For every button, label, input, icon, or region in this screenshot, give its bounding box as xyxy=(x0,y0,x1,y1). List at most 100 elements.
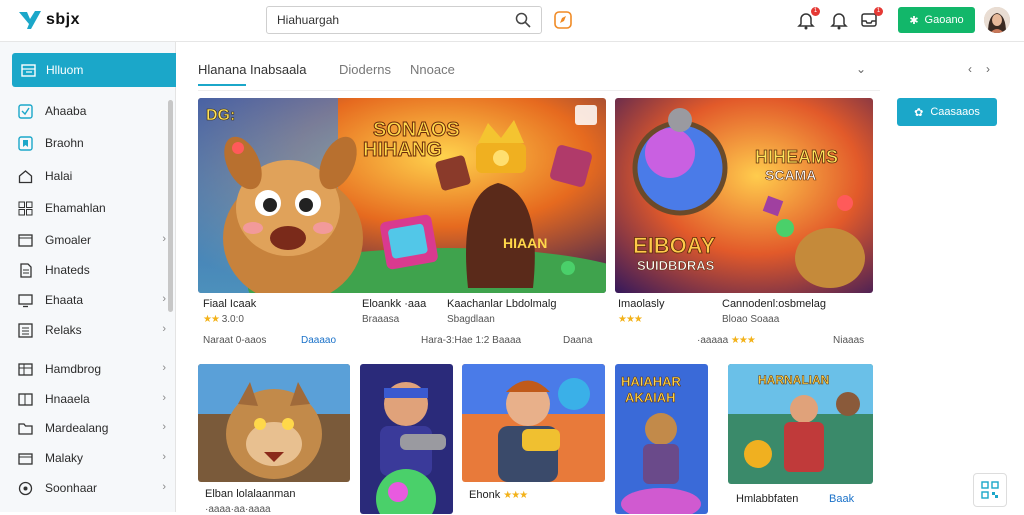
sidebar-item-11[interactable]: Mardealang › xyxy=(18,418,168,438)
top-action-label: Gaoano xyxy=(924,14,964,26)
logo-text: sbjx xyxy=(46,11,81,28)
qr-code-icon[interactable] xyxy=(973,473,1007,507)
game-artwork xyxy=(462,364,605,482)
chevron-right-icon: › xyxy=(162,323,166,335)
artwork-text: HARNALIAN xyxy=(758,373,829,387)
search-input[interactable] xyxy=(277,13,515,27)
chevron-right-icon: › xyxy=(162,421,166,433)
sidebar-item-6[interactable]: Hnateds xyxy=(18,260,168,280)
qr-glyph xyxy=(981,481,999,499)
tab-secondary[interactable]: Dioderns xyxy=(339,62,391,77)
artwork-text: HIHANG xyxy=(363,139,442,161)
card-title[interactable]: Kaachanlar Lbdolmalg xyxy=(447,298,556,310)
search-box[interactable] xyxy=(266,6,542,34)
game-artwork: HIHEAMS SCAMA EIBOAY SUIDBDRAS xyxy=(615,98,873,293)
window-icon xyxy=(18,233,33,247)
sidebar-item-label: Ahaaba xyxy=(45,104,87,118)
box-icon xyxy=(18,452,33,465)
settings-icon: ✿ xyxy=(914,106,924,119)
game-artwork xyxy=(360,364,453,514)
artwork-text: HAIAHAR xyxy=(621,374,682,389)
star-icon: ★★ xyxy=(203,314,220,325)
sidebar-item-label: Hnateds xyxy=(45,263,90,277)
sidebar-item-label: Halai xyxy=(45,169,73,183)
card-footer-text: Niaaas xyxy=(833,335,865,346)
app-logo[interactable]: sbjx xyxy=(18,8,80,32)
chevron-right-icon: › xyxy=(162,451,166,463)
card-rating: ·aaaaa ★★★ xyxy=(697,335,756,346)
right-action-button[interactable]: ✿ Caasaaos xyxy=(897,98,997,126)
card-footer-link[interactable]: Daaaao xyxy=(301,335,336,346)
check-square-icon xyxy=(18,103,33,119)
sidebar-item-2[interactable]: Braohn xyxy=(18,133,168,153)
card-rating: ★★★ xyxy=(618,314,643,325)
sidebar-item-7[interactable]: Ehaata › xyxy=(18,290,168,310)
card-footer-text: Daana xyxy=(563,335,593,346)
message-notification[interactable]: 1 xyxy=(796,7,820,30)
top-action-button[interactable]: ✱ Gaoano xyxy=(898,7,975,33)
artwork-text: SCAMA xyxy=(765,167,816,183)
avatar[interactable] xyxy=(984,7,1010,33)
sidebar-item-12[interactable]: Malaky › xyxy=(18,448,168,468)
sidebar-item-10[interactable]: Hnaaela › xyxy=(18,389,168,409)
card-subtitle: Sbagdlaan xyxy=(447,314,495,325)
card-footer-text: Hara-3:Hae 1:2 Baaaa xyxy=(421,335,522,346)
table-icon xyxy=(18,362,33,376)
tab-primary[interactable]: Hlanana Inabsaala xyxy=(198,62,306,77)
chevron-down-icon[interactable]: ⌄ xyxy=(856,62,866,76)
featured-game-card[interactable]: HIHEAMS SCAMA EIBOAY SUIDBDRAS xyxy=(615,98,873,293)
card-subtitle: Bloao Soaaa xyxy=(722,314,780,325)
artwork-corner-text: DG: xyxy=(206,107,235,124)
sidebar-item-13[interactable]: Soonhaar › xyxy=(18,478,168,498)
sidebar-item-8[interactable]: Relaks › xyxy=(18,320,168,340)
card-title[interactable]: Ehonk ★★★ xyxy=(469,489,528,501)
sidebar-item-1[interactable]: Ahaaba xyxy=(18,101,168,121)
sidebar-item-4[interactable]: Ehamahlan xyxy=(18,198,168,218)
tab-tertiary[interactable]: Nnoace xyxy=(410,62,455,77)
card-title-text: Ehonk xyxy=(469,489,501,501)
card-title[interactable]: Fiaal Icaak xyxy=(203,298,256,310)
artwork-text: SONAOS xyxy=(373,119,460,141)
chevron-left-icon[interactable]: ‹ xyxy=(968,62,972,76)
sidebar-item-active[interactable]: Hlluom xyxy=(12,53,176,87)
sidebar-item-9[interactable]: Hamdbrog › xyxy=(18,359,168,379)
inbox-notification[interactable]: 1 xyxy=(859,7,883,30)
card-title[interactable]: Imaolasly xyxy=(618,298,664,310)
sidebar-item-label: Gmoaler xyxy=(45,233,92,247)
content-tabs: Hlanana Inabsaala Dioderns Nnoace ⌄ ‹ › xyxy=(198,58,990,88)
desktop-icon xyxy=(18,293,33,307)
game-card[interactable] xyxy=(462,364,605,482)
sidebar-item-label: Braohn xyxy=(45,136,84,150)
game-card[interactable] xyxy=(198,364,350,482)
rating-value: 3.0:0 xyxy=(221,314,244,325)
grid-icon xyxy=(18,201,33,215)
card-rating: ·aaaa·aa·aaaa xyxy=(205,504,271,515)
alert-bell-icon[interactable] xyxy=(829,10,849,30)
star-icon: ★★★ xyxy=(618,314,643,325)
card-title[interactable]: Eloankk ·aaa xyxy=(362,298,426,310)
bookmark-square-icon xyxy=(18,135,33,151)
card-link[interactable]: Baak xyxy=(829,493,854,505)
compass-icon[interactable] xyxy=(553,10,573,30)
plus-icon: ✱ xyxy=(909,14,919,27)
game-card[interactable] xyxy=(360,364,453,514)
card-footer-text: ·aaaaa xyxy=(697,335,729,346)
card-title[interactable]: Elban lolalaanman xyxy=(205,488,296,500)
sidebar-scrollbar[interactable] xyxy=(168,100,173,312)
chevron-right-icon[interactable]: › xyxy=(986,62,990,76)
star-icon: ★★★ xyxy=(730,335,756,346)
sidebar-item-label: Relaks xyxy=(45,323,82,337)
sidebar-item-5[interactable]: Gmoaler › xyxy=(18,230,168,250)
sidebar-item-3[interactable]: Halai xyxy=(18,166,168,186)
featured-game-card[interactable]: SONAOS HIHANG DG: HIAAN xyxy=(198,98,606,293)
expand-icon[interactable] xyxy=(575,105,597,125)
right-action-label: Caasaaos xyxy=(930,106,980,118)
search-icon[interactable] xyxy=(515,12,531,28)
game-card[interactable]: HARNALIAN xyxy=(728,364,873,484)
folder-icon xyxy=(18,422,33,435)
card-title[interactable]: Hmlabbfaten xyxy=(736,493,798,505)
game-artwork: HARNALIAN xyxy=(728,364,873,484)
layout-icon xyxy=(18,392,33,406)
card-title[interactable]: Cannodenl:osbmelag xyxy=(722,298,826,310)
game-card[interactable]: HAIAHAR AKAIAH xyxy=(615,364,708,514)
